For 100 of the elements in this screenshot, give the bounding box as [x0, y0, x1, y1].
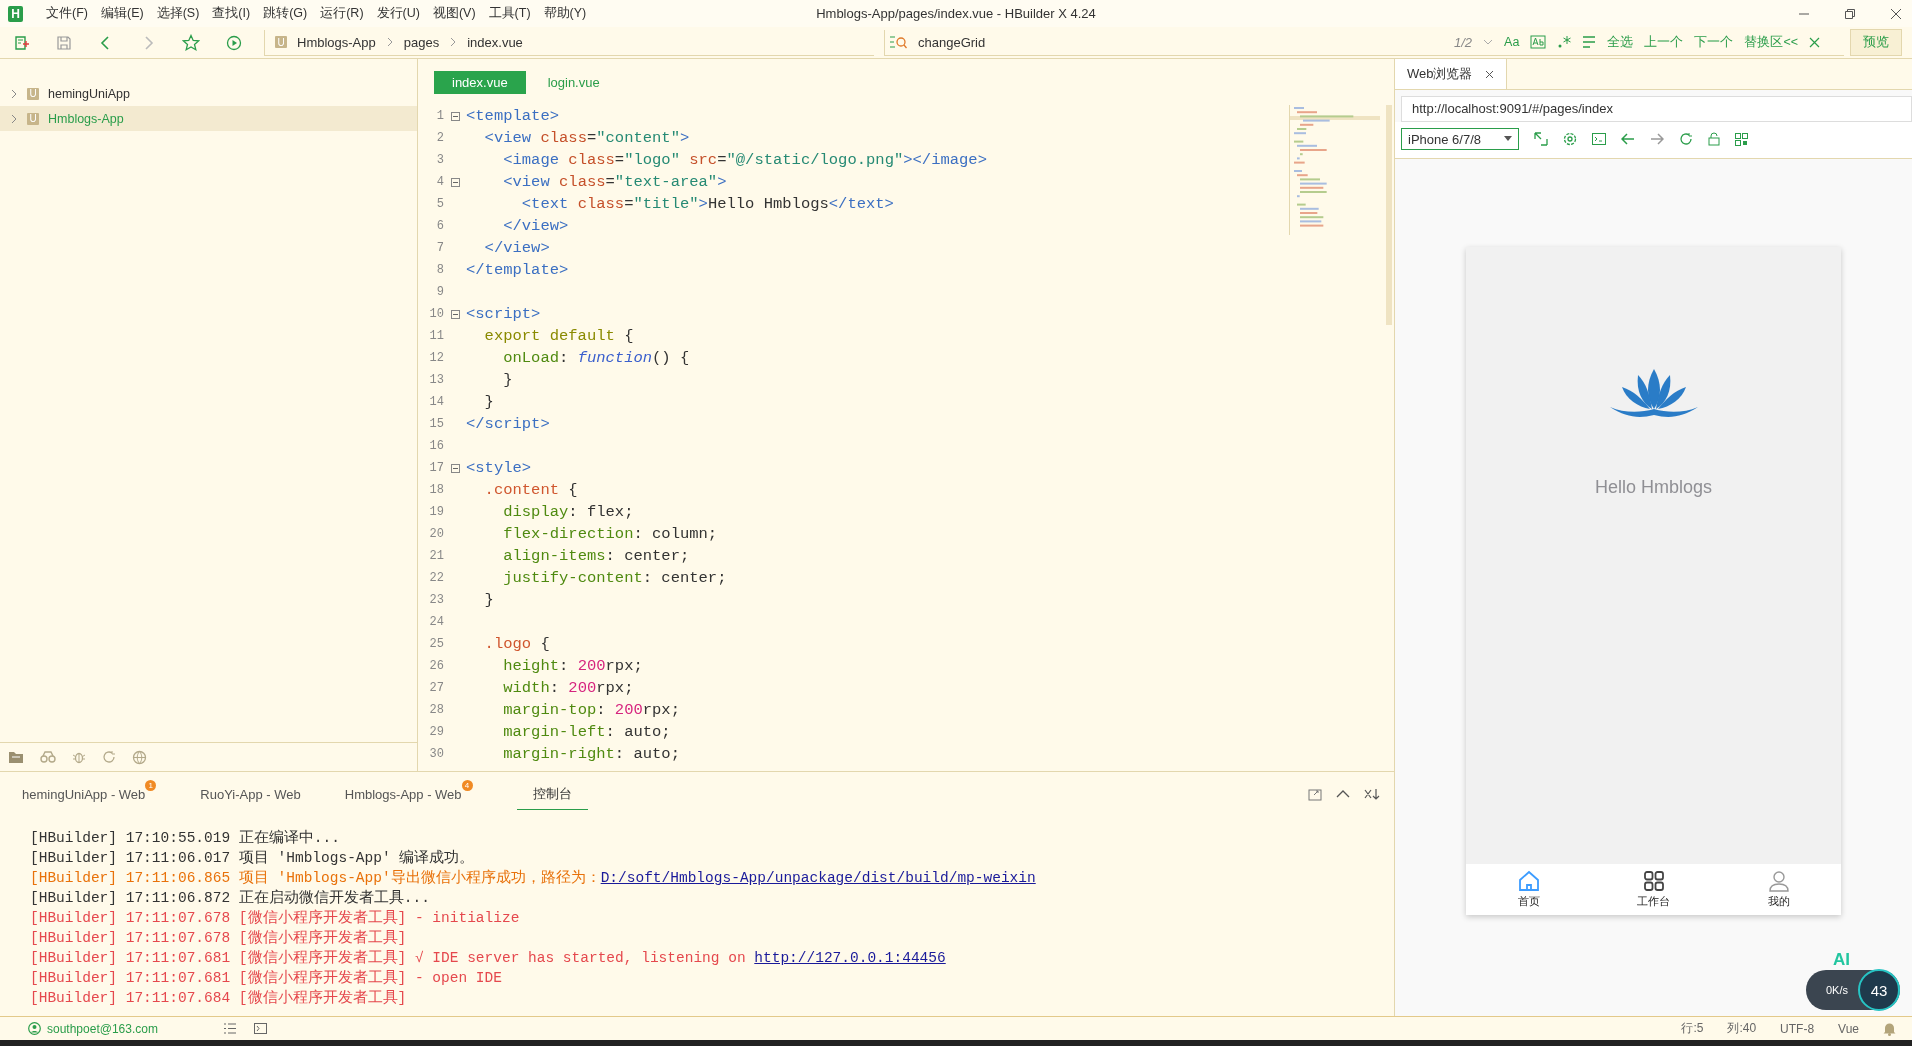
console-line: [HBuilder] 17:11:06.017 项目 'Hmblogs-App' 编译成功。 — [30, 848, 476, 868]
code-line: display: flex; — [502, 503, 634, 521]
breadcrumb-item[interactable]: Hmblogs-App — [297, 34, 376, 50]
new-file-icon[interactable] — [14, 34, 30, 51]
menu-item[interactable]: 文件(F) — [46, 5, 88, 22]
line-number: 18 — [428, 483, 444, 497]
console-tab[interactable]: 控制台 — [516, 778, 588, 810]
close-icon[interactable] — [1484, 69, 1494, 79]
url-field[interactable]: http://localhost:9091/#/pages/index — [1401, 96, 1912, 122]
cursor-column: 列:40 — [1727, 1020, 1757, 1037]
project-badge: U — [275, 36, 287, 48]
fold-icon[interactable] — [450, 177, 460, 187]
search-field[interactable]: changeGrid — [918, 34, 1443, 50]
forward-icon[interactable] — [1650, 133, 1664, 145]
line-number: 10 — [428, 307, 444, 321]
project-badge: U — [27, 87, 39, 100]
console-tab[interactable]: RuoYi-App - Web — [200, 780, 301, 808]
wrap-icon[interactable] — [1582, 36, 1597, 48]
code-line: } — [502, 371, 513, 389]
project-tree-row[interactable]: U hemingUniApp — [0, 81, 417, 106]
tab-bar-item[interactable]: 首页 — [1466, 864, 1591, 915]
refresh-icon[interactable] — [102, 750, 116, 764]
code-line: </script> — [466, 415, 550, 433]
user-icon[interactable] — [28, 1022, 41, 1035]
language-label[interactable]: Vue — [1838, 1021, 1859, 1036]
folder-icon[interactable] — [8, 750, 24, 764]
console-tab[interactable]: Hmblogs-App - Web — [344, 780, 462, 808]
close-icon[interactable] — [1809, 36, 1820, 48]
count-badge: 4 — [461, 779, 473, 791]
terminal-icon[interactable] — [253, 1023, 267, 1034]
search-action-link[interactable]: 全选 — [1607, 33, 1634, 51]
console-line: [HBuilder] 17:11:07.681 [微信小程序开发者工具] √ IDE server has started, listening on http://127.0.0.1:44456 — [30, 948, 947, 968]
line-number: 13 — [428, 373, 444, 387]
browser-tab[interactable]: Web浏览器 — [1395, 59, 1507, 89]
menu-item[interactable]: 发行(U) — [376, 5, 420, 22]
console-link[interactable]: D:/soft/Hmblogs-App/unpackage/dist/build/mp-weixin — [600, 870, 1036, 886]
clear-icon[interactable] — [1364, 788, 1380, 800]
settings-icon[interactable] — [1563, 132, 1577, 146]
chevron-up-icon[interactable] — [1336, 789, 1350, 799]
search-action-link[interactable]: 上一个 — [1644, 33, 1684, 51]
line-number: 23 — [428, 593, 444, 607]
run-icon[interactable] — [226, 34, 242, 51]
globe-icon[interactable] — [132, 749, 147, 765]
device-dropdown[interactable]: iPhone 6/7/8 — [1401, 128, 1519, 150]
rotate-icon[interactable] — [1534, 132, 1548, 146]
code-line: } — [483, 393, 494, 411]
fold-icon[interactable] — [450, 309, 460, 319]
menu-item[interactable]: 视图(V) — [432, 5, 476, 22]
restore-icon[interactable] — [1844, 7, 1856, 20]
back-icon[interactable] — [1621, 133, 1635, 145]
search-action-link[interactable]: 替换区<< — [1744, 33, 1798, 51]
fold-icon[interactable] — [450, 463, 460, 473]
bell-icon[interactable] — [1883, 1021, 1896, 1036]
fold-icon[interactable] — [450, 111, 460, 121]
menu-item[interactable]: 帮助(Y) — [543, 5, 587, 22]
tab-bar-item[interactable]: 工作台 — [1591, 864, 1716, 915]
menu-item[interactable]: 跳转(G) — [263, 5, 308, 22]
search-action-link[interactable]: 下一个 — [1694, 33, 1734, 51]
menu-item[interactable]: 工具(T) — [488, 5, 531, 22]
binoculars-icon[interactable] — [40, 750, 56, 764]
close-icon[interactable] — [1890, 7, 1902, 20]
breadcrumb-item[interactable]: index.vue — [467, 34, 523, 50]
star-icon[interactable] — [182, 33, 200, 52]
tab-bar-item[interactable]: 我的 — [1716, 864, 1841, 915]
bug-icon[interactable] — [72, 750, 86, 764]
regex-icon[interactable] — [1557, 35, 1572, 49]
export-icon[interactable] — [1308, 787, 1322, 801]
menu-item[interactable]: 运行(R) — [320, 5, 364, 22]
list-icon[interactable] — [223, 1023, 236, 1034]
refresh-icon[interactable] — [1679, 132, 1693, 146]
scrollbar[interactable] — [1386, 105, 1392, 325]
code-line: <style> — [466, 459, 532, 477]
line-number: 11 — [428, 329, 444, 343]
chevron-down-icon[interactable] — [1483, 38, 1494, 46]
menu-item[interactable]: 查找(I) — [212, 5, 251, 22]
menu-item[interactable]: 编辑(E) — [100, 5, 144, 22]
chevron-icon[interactable] — [10, 113, 18, 124]
encoding-label[interactable]: UTF-8 — [1780, 1021, 1815, 1036]
code-line: height: 200rpx; — [502, 657, 643, 675]
chevron-icon[interactable] — [10, 88, 18, 99]
console-tab[interactable]: hemingUniApp - Web — [22, 780, 146, 808]
line-number: 5 — [435, 197, 444, 211]
code-line: <image class="logo" src="@/static/logo.png"></image> — [502, 151, 987, 169]
breadcrumb-item[interactable]: pages — [403, 34, 440, 50]
code-line: </view> — [483, 239, 550, 257]
line-number: 22 — [428, 571, 444, 585]
line-number: 27 — [428, 681, 444, 695]
lock-icon[interactable] — [1708, 132, 1720, 146]
save-icon[interactable] — [56, 34, 72, 51]
qr-code-icon[interactable] — [1735, 132, 1748, 146]
menu-item[interactable]: 选择(S) — [156, 5, 200, 22]
line-number: 21 — [428, 549, 444, 563]
line-number: 17 — [428, 461, 444, 475]
console-link[interactable]: http://127.0.0.1:44456 — [754, 950, 946, 966]
code-line: export default { — [483, 327, 634, 345]
whole-word-icon[interactable] — [1530, 35, 1547, 49]
code-line: <template> — [466, 107, 559, 125]
line-number: 9 — [435, 285, 444, 299]
terminal-icon[interactable] — [1592, 133, 1606, 145]
console-line: [HBuilder] 17:10:55.019 正在编译中... — [30, 828, 341, 848]
